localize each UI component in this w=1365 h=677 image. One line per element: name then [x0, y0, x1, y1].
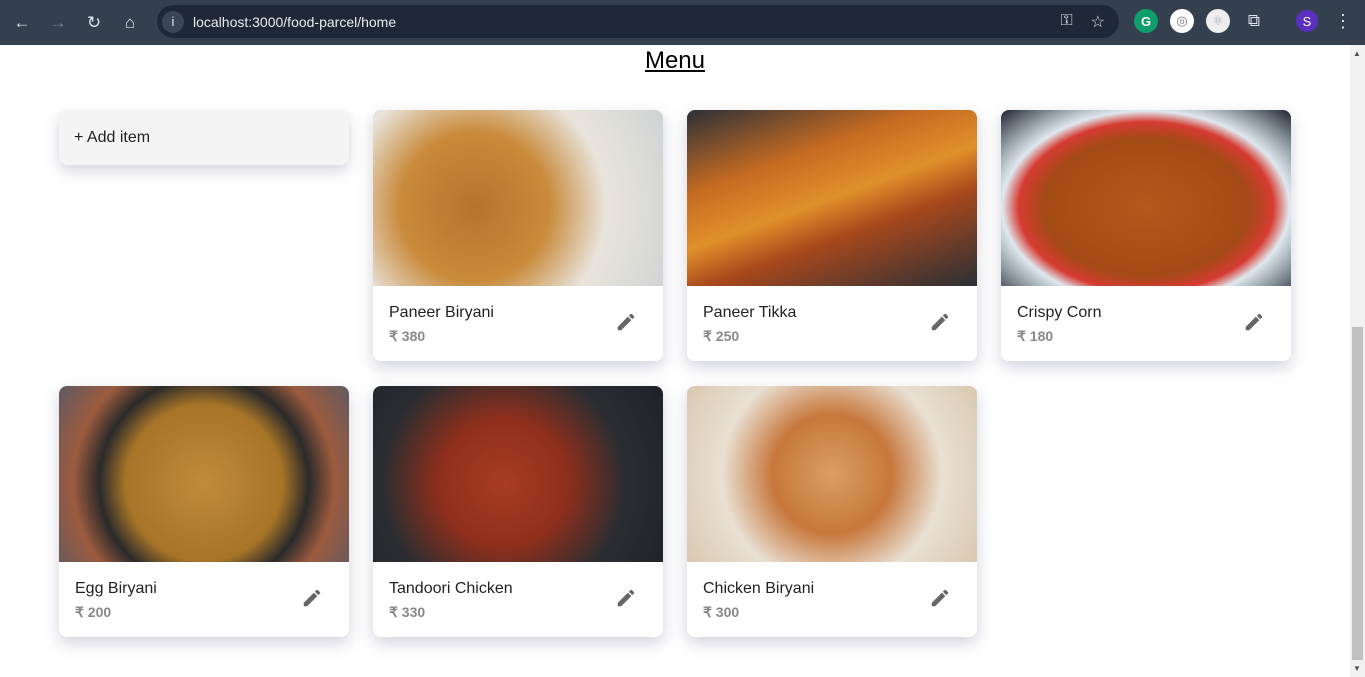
item-name: Crispy Corn: [1017, 304, 1102, 321]
add-item-button[interactable]: + Add item: [59, 110, 349, 165]
site-info-icon[interactable]: i: [162, 10, 184, 33]
menu-item-card[interactable]: Paneer Tikka ₹ 250: [687, 110, 977, 361]
item-name: Paneer Biryani: [389, 304, 494, 321]
back-icon[interactable]: ←: [4, 13, 40, 33]
menu-item-card[interactable]: Tandoori Chicken ₹ 330: [373, 386, 663, 637]
grammarly-icon[interactable]: G: [1134, 9, 1158, 33]
puzzle-icon[interactable]: ⧉: [1242, 9, 1266, 33]
reload-icon[interactable]: ↻: [76, 13, 112, 33]
food-image: [373, 110, 663, 286]
item-name: Paneer Tikka: [703, 304, 797, 321]
item-price: ₹ 180: [1017, 328, 1054, 344]
menu-icon[interactable]: ⋮: [1331, 9, 1355, 33]
scrollbar-thumb[interactable]: [1352, 327, 1363, 660]
url-text[interactable]: localhost:3000/food-parcel/home: [193, 14, 396, 30]
scroll-up-icon[interactable]: ▲: [1353, 49, 1361, 58]
edit-icon[interactable]: [301, 587, 323, 609]
food-image: [687, 110, 977, 286]
page-title: Menu: [644, 47, 706, 74]
item-name: Egg Biryani: [75, 580, 157, 597]
edit-icon[interactable]: [929, 587, 951, 609]
menu-item-card[interactable]: Crispy Corn ₹ 180: [1001, 110, 1291, 361]
edit-icon[interactable]: [1243, 311, 1265, 333]
item-name: Tandoori Chicken: [389, 580, 513, 597]
edit-icon[interactable]: [615, 311, 637, 333]
food-image: [59, 386, 349, 562]
food-image: [1001, 110, 1291, 286]
item-price: ₹ 380: [389, 328, 426, 344]
avatar[interactable]: S: [1296, 10, 1318, 32]
item-price: ₹ 300: [703, 604, 740, 620]
react-devtools-icon[interactable]: ⚛: [1206, 9, 1230, 33]
food-image: [687, 386, 977, 562]
key-icon[interactable]: ⚿: [1060, 12, 1072, 32]
menu-item-card[interactable]: Paneer Biryani ₹ 380: [373, 110, 663, 361]
extension-icon[interactable]: ◎: [1170, 9, 1194, 33]
item-price: ₹ 200: [75, 604, 112, 620]
forward-icon[interactable]: →: [40, 13, 76, 33]
edit-icon[interactable]: [615, 587, 637, 609]
browser-toolbar: ← → ↻ ⌂ i localhost:3000/food-parcel/hom…: [0, 0, 1365, 45]
star-icon[interactable]: ☆: [1091, 12, 1105, 32]
item-name: Chicken Biryani: [703, 580, 815, 597]
item-price: ₹ 250: [703, 328, 740, 344]
scrollbar[interactable]: ▲ ▼: [1350, 45, 1365, 677]
menu-item-card[interactable]: Chicken Biryani ₹ 300: [687, 386, 977, 637]
item-price: ₹ 330: [389, 604, 426, 620]
edit-icon[interactable]: [929, 311, 951, 333]
home-icon[interactable]: ⌂: [112, 13, 148, 33]
menu-item-card[interactable]: Egg Biryani ₹ 200: [59, 386, 349, 637]
address-bar[interactable]: i localhost:3000/food-parcel/home ⚿ ☆: [157, 5, 1119, 38]
scroll-down-icon[interactable]: ▼: [1353, 664, 1361, 673]
food-image: [373, 386, 663, 562]
